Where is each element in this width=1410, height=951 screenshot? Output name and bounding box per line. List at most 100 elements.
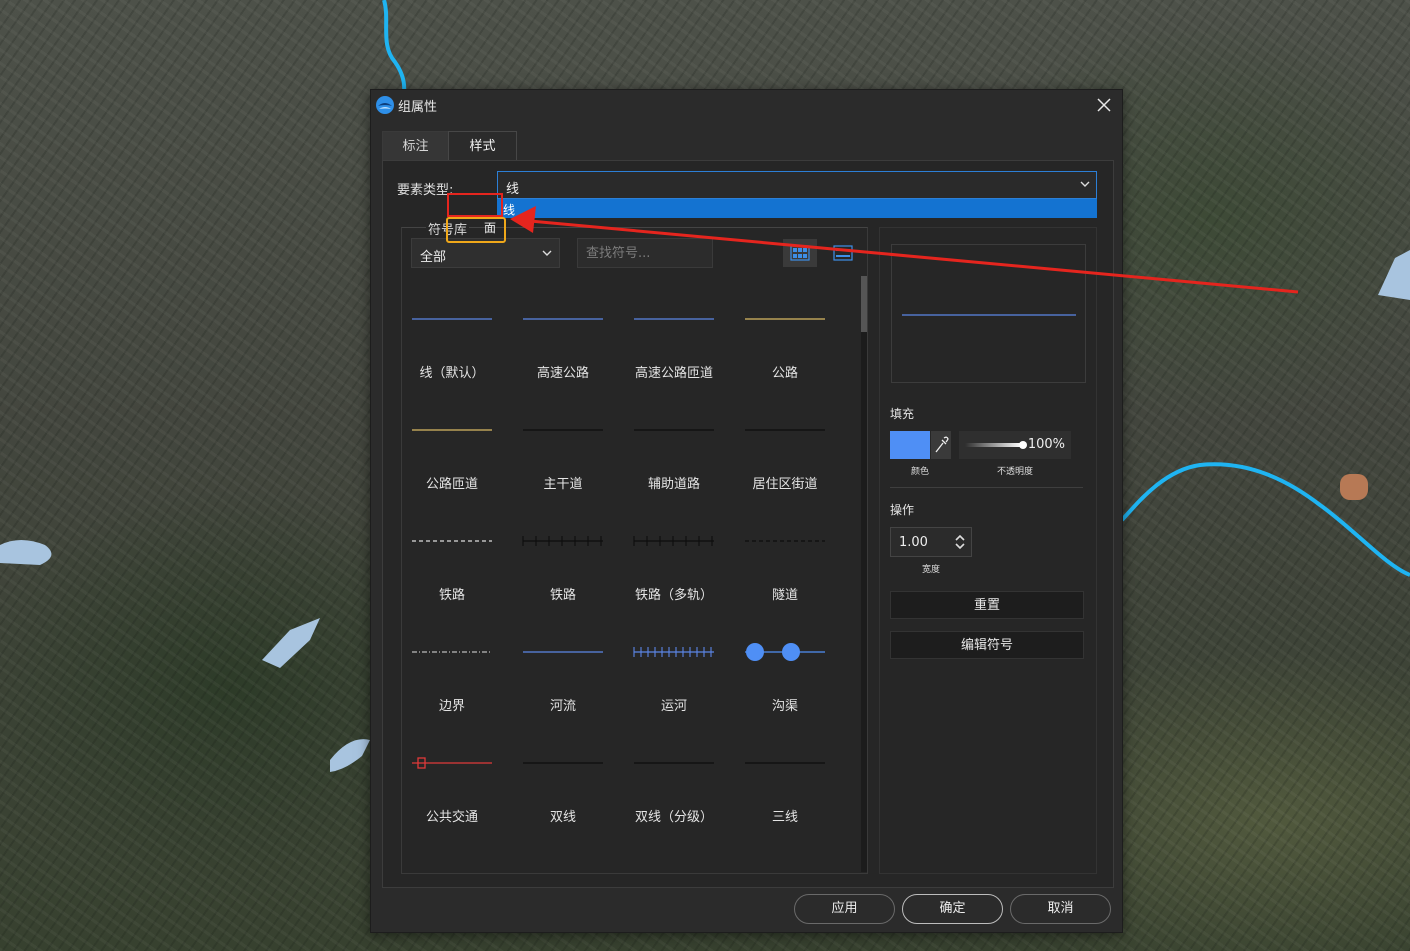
feature-type-dropdown-list: 线 [497, 199, 1097, 218]
symbol-item[interactable]: 公路 [735, 276, 835, 387]
symbol-line-glyph [633, 536, 714, 546]
list-view-icon [833, 245, 853, 261]
symbol-item-label: 公路 [771, 366, 798, 381]
opacity-slider[interactable]: 100% [959, 431, 1071, 459]
symbol-item[interactable]: 铁路 [513, 498, 613, 609]
grid-view-icon [790, 245, 810, 261]
fill-label: 填充 [890, 407, 915, 421]
reset-button[interactable]: 重置 [890, 591, 1084, 619]
symbol-preview-line [902, 314, 1076, 316]
section-divider [890, 487, 1083, 488]
symbol-category-value: 全部 [420, 250, 447, 265]
grid-view-button[interactable] [783, 239, 817, 267]
symbol-item-label: 高速公路 [536, 366, 589, 381]
width-value: 1.00 [899, 535, 928, 550]
symbol-item-label: 双线（分级） [634, 810, 713, 825]
symbol-item[interactable]: 公共交通 [402, 720, 502, 831]
symbol-item[interactable]: 双线 [513, 720, 613, 831]
river-line-north [382, 0, 407, 93]
feature-type-value: 线 [506, 182, 520, 197]
symbol-item-label: 铁路（多轨） [634, 588, 713, 603]
symbol-item[interactable]: 高速公路 [513, 276, 613, 387]
feature-type-select[interactable]: 线 [497, 171, 1097, 199]
symbol-item[interactable]: 沟渠 [735, 609, 835, 720]
spin-arrows-icon[interactable] [955, 534, 965, 550]
symbol-line-glyph [745, 318, 825, 320]
opacity-caption: 不透明度 [996, 467, 1033, 477]
symbol-item[interactable]: 公路匝道 [402, 387, 502, 498]
color-picker-button[interactable] [931, 431, 951, 459]
apply-button[interactable]: 应用 [794, 894, 895, 924]
close-icon[interactable] [1092, 93, 1116, 117]
symbol-item-label: 公共交通 [425, 810, 478, 825]
symbol-grid-scrollbar[interactable] [861, 276, 867, 872]
feature-type-label: 要素类型: [397, 183, 454, 198]
symbol-search-input[interactable] [577, 238, 713, 268]
feature-type-option-line[interactable]: 线 [503, 201, 515, 218]
symbol-line-glyph [412, 318, 492, 320]
group-properties-dialog: 组属性 标注 样式 要素类型: 线 线 面 符号库 全部 查找符号... 线（默… [370, 89, 1123, 933]
ok-button[interactable]: 确定 [902, 894, 1003, 924]
symbol-item[interactable]: 河流 [513, 609, 613, 720]
symbol-item[interactable]: 辅助道路 [624, 387, 724, 498]
operation-label: 操作 [890, 503, 915, 517]
symbol-line-glyph [633, 647, 714, 657]
symbol-line-glyph [745, 643, 825, 661]
symbol-line-glyph [523, 429, 603, 431]
symbol-item[interactable]: 高速公路匝道 [624, 276, 724, 387]
tab-style[interactable]: 样式 [448, 131, 517, 161]
symbol-item[interactable]: 边界 [402, 609, 502, 720]
symbol-item-label: 线（默认） [419, 366, 485, 381]
symbol-line-glyph [745, 540, 825, 542]
width-spinbox[interactable]: 1.00 [890, 527, 972, 557]
color-caption: 颜色 [910, 467, 929, 477]
symbol-item[interactable]: 双线（分级） [624, 720, 724, 831]
symbol-line-glyph [523, 762, 603, 764]
symbol-line-glyph [745, 762, 825, 764]
symbol-item-label: 公路匝道 [425, 477, 478, 492]
symbol-library-label: 符号库 [426, 219, 470, 238]
symbol-line-glyph [745, 429, 825, 431]
width-caption: 宽度 [921, 565, 940, 575]
symbol-item-label: 铁路 [438, 588, 465, 603]
symbol-item-label: 高速公路匝道 [634, 366, 713, 381]
symbol-line-glyph [522, 536, 603, 546]
style-tab-panel: 要素类型: 线 线 面 符号库 全部 查找符号... 线（默认） 高速公路 高速… [382, 160, 1114, 888]
symbol-line-glyph [634, 429, 714, 431]
cancel-button[interactable]: 取消 [1010, 894, 1111, 924]
symbol-line-glyph [412, 757, 492, 769]
symbol-item-label: 沟渠 [771, 699, 798, 714]
eyedropper-icon [935, 436, 949, 453]
symbol-item[interactable]: 隧道 [735, 498, 835, 609]
feature-type-option-polygon[interactable]: 面 [484, 219, 496, 236]
fill-color-swatch[interactable] [890, 431, 930, 459]
symbol-item-label: 双线 [549, 810, 576, 825]
symbol-line-glyph [634, 762, 714, 764]
symbol-item[interactable]: 三线 [735, 720, 835, 831]
symbol-item-label: 边界 [438, 699, 465, 714]
symbol-item[interactable]: 线（默认） [402, 276, 502, 387]
tab-label[interactable]: 标注 [382, 131, 449, 162]
symbol-item-label: 主干道 [543, 477, 583, 492]
symbol-item-label: 三线 [771, 810, 798, 825]
symbol-item[interactable]: 铁路 [402, 498, 502, 609]
symbol-item[interactable]: 主干道 [513, 387, 613, 498]
symbol-item-label: 隧道 [771, 588, 798, 603]
scrollbar-thumb[interactable] [861, 276, 867, 332]
symbol-item[interactable]: 铁路（多轨） [624, 498, 724, 609]
list-view-button[interactable] [826, 239, 860, 267]
edit-symbol-button[interactable]: 编辑符号 [890, 631, 1084, 659]
dialog-title: 组属性 [398, 100, 438, 115]
symbol-item[interactable]: 居住区街道 [735, 387, 835, 498]
stadium-field [1340, 474, 1368, 500]
symbol-item-label: 居住区街道 [752, 477, 818, 492]
lake-southwest-2 [330, 739, 370, 772]
opacity-track [965, 441, 1027, 449]
symbol-line-glyph [523, 651, 603, 653]
symbol-item-label: 运河 [660, 699, 687, 714]
symbol-line-glyph [523, 318, 603, 320]
symbol-item[interactable]: 运河 [624, 609, 724, 720]
symbol-category-select[interactable]: 全部 [411, 238, 560, 268]
lake-west [0, 540, 52, 565]
symbol-line-glyph [412, 429, 492, 431]
